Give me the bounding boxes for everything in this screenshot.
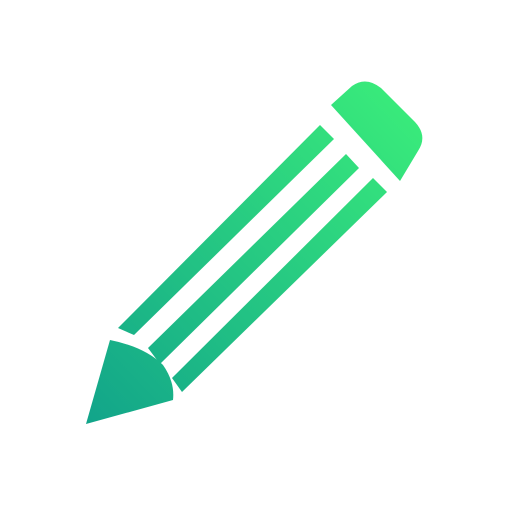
pencil-stripe-middle	[148, 154, 359, 364]
icon-canvas	[0, 0, 512, 512]
pencil-stripe-bottom	[172, 178, 387, 392]
pencil-icon	[86, 81, 423, 424]
pencil-stripe-top	[118, 125, 334, 335]
